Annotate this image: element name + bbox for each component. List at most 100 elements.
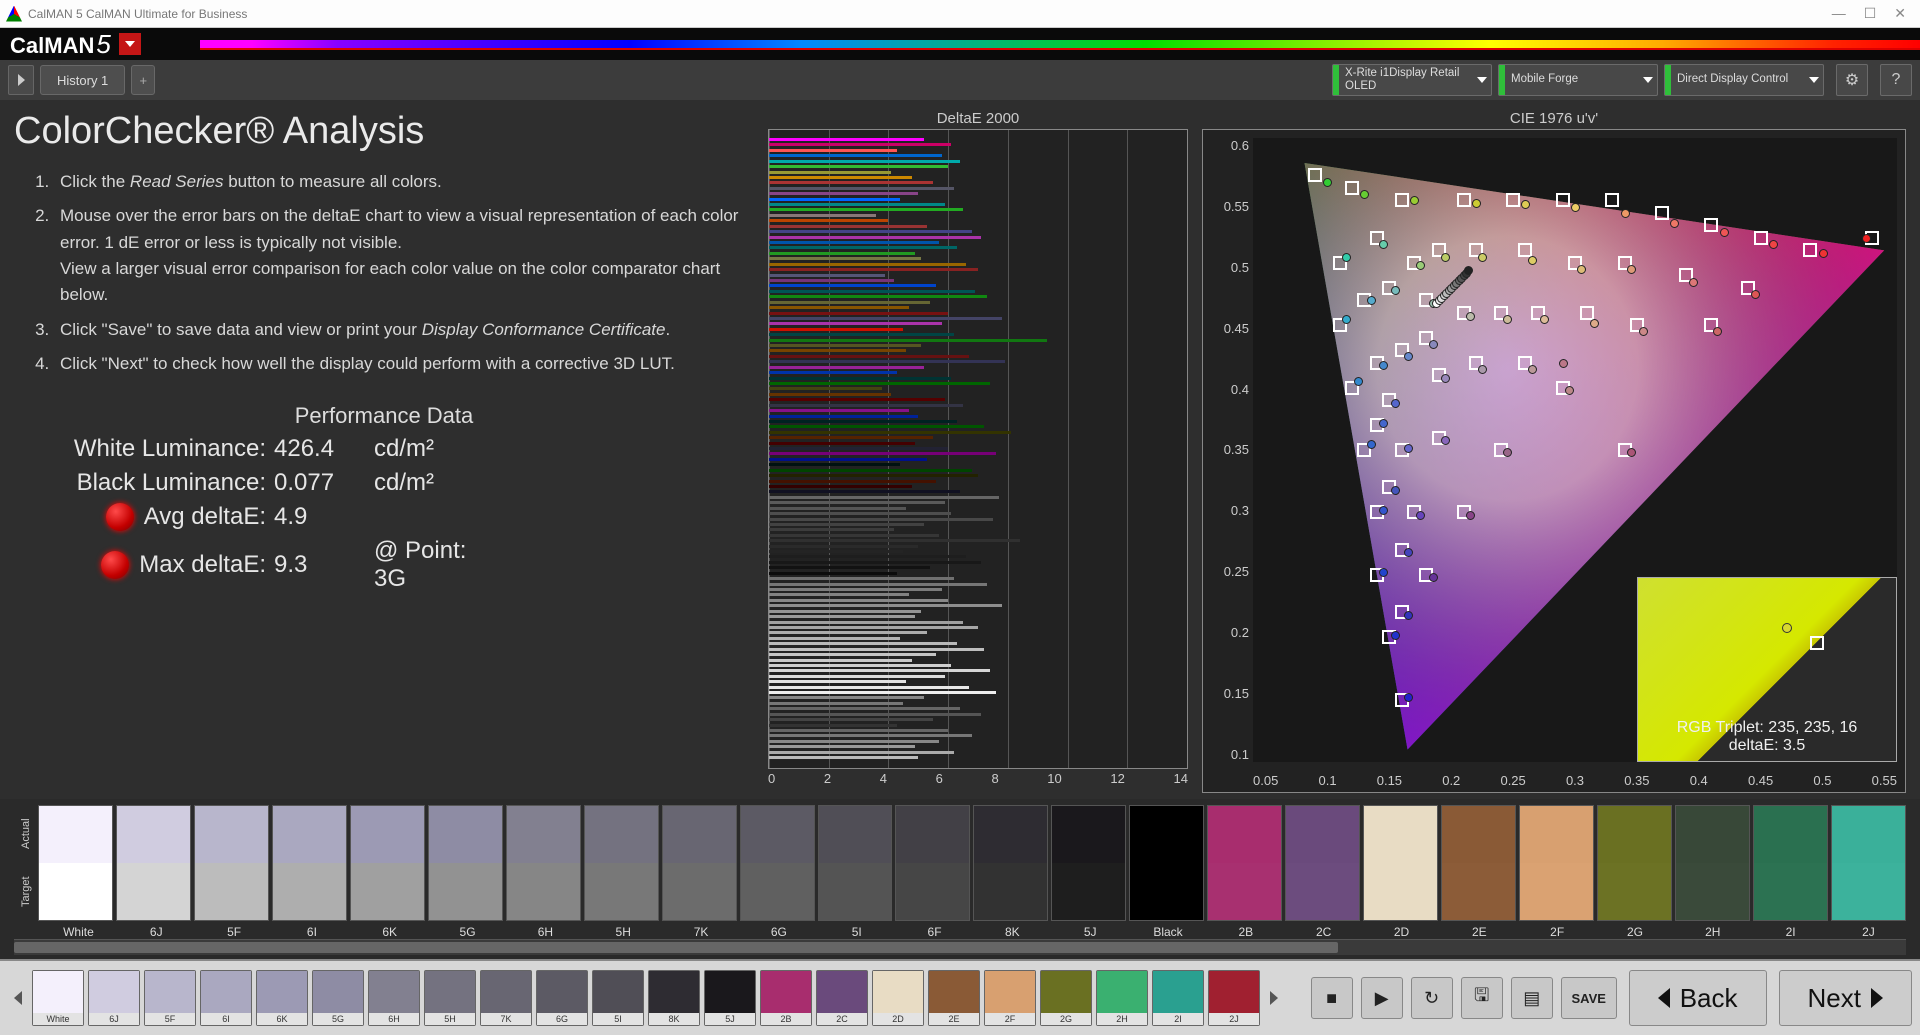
deltae-bar[interactable] bbox=[769, 203, 945, 206]
color-swatch[interactable] bbox=[194, 805, 269, 921]
cie-measured-point[interactable] bbox=[1751, 290, 1760, 299]
deltae-bar[interactable] bbox=[769, 610, 921, 613]
color-swatch[interactable] bbox=[38, 805, 113, 921]
deltae-bar[interactable] bbox=[769, 572, 897, 575]
thumb-swatch[interactable]: 2D bbox=[872, 970, 924, 1026]
deltae-bar[interactable] bbox=[769, 404, 963, 407]
deltae-bar[interactable] bbox=[769, 490, 960, 493]
deltae-bar[interactable] bbox=[769, 555, 966, 558]
deltae-bar[interactable] bbox=[769, 442, 915, 445]
cie-measured-point[interactable] bbox=[1404, 611, 1413, 620]
cie-target-marker[interactable] bbox=[1518, 243, 1532, 257]
thumb-scroll-left[interactable] bbox=[8, 991, 28, 1005]
deltae-bar[interactable] bbox=[769, 339, 1047, 342]
deltae-bar[interactable] bbox=[769, 268, 978, 271]
deltae-bar[interactable] bbox=[769, 507, 906, 510]
deltae-bar[interactable] bbox=[769, 756, 918, 759]
deltae-bar[interactable] bbox=[769, 718, 933, 721]
play-button[interactable]: ▶ bbox=[1361, 977, 1403, 1019]
cie-measured-point[interactable] bbox=[1323, 178, 1332, 187]
deltae-bar[interactable] bbox=[769, 360, 1005, 363]
thumb-swatch[interactable]: 2E bbox=[928, 970, 980, 1026]
deltae-bar[interactable] bbox=[769, 171, 891, 174]
cie-measured-point[interactable] bbox=[1819, 249, 1828, 258]
deltae-bar[interactable] bbox=[769, 208, 963, 211]
deltae-bar[interactable] bbox=[769, 274, 885, 277]
thumb-swatch[interactable]: 7K bbox=[480, 970, 532, 1026]
deltae-bar[interactable] bbox=[769, 312, 948, 315]
color-swatch[interactable] bbox=[1597, 805, 1672, 921]
thumb-swatch[interactable]: White bbox=[32, 970, 84, 1026]
color-swatch[interactable] bbox=[740, 805, 815, 921]
deltae-bar[interactable] bbox=[769, 696, 924, 699]
settings-button[interactable]: ⚙ bbox=[1836, 64, 1868, 96]
cie-measured-point[interactable] bbox=[1670, 219, 1679, 228]
cie-measured-point[interactable] bbox=[1689, 278, 1698, 287]
cie-measured-point[interactable] bbox=[1441, 436, 1450, 445]
thumb-swatch[interactable]: 8K bbox=[648, 970, 700, 1026]
deltae-bar[interactable] bbox=[769, 729, 948, 732]
deltae-bar[interactable] bbox=[769, 669, 990, 672]
color-swatch[interactable] bbox=[895, 805, 970, 921]
deltae-bar[interactable] bbox=[769, 290, 975, 293]
deltae-bar[interactable] bbox=[769, 740, 939, 743]
thumb-swatch[interactable]: 5G bbox=[312, 970, 364, 1026]
stop-button[interactable]: ■ bbox=[1311, 977, 1353, 1019]
deltae-bar[interactable] bbox=[769, 420, 957, 423]
deltae-bar[interactable] bbox=[769, 452, 996, 455]
deltae-bar[interactable] bbox=[769, 160, 960, 163]
cie-measured-point[interactable] bbox=[1627, 265, 1636, 274]
deltae-bar[interactable] bbox=[769, 724, 897, 727]
deltae-bar[interactable] bbox=[769, 485, 912, 488]
deltae-bar[interactable] bbox=[769, 626, 978, 629]
deltae-bar[interactable] bbox=[769, 387, 882, 390]
deltae-bar[interactable] bbox=[769, 675, 945, 678]
color-swatch[interactable] bbox=[1207, 805, 1282, 921]
deltae-bar[interactable] bbox=[769, 214, 876, 217]
deltae-bar[interactable] bbox=[769, 534, 939, 537]
cie-target-marker[interactable] bbox=[1580, 306, 1594, 320]
cie-target-marker[interactable] bbox=[1556, 193, 1570, 207]
deltae-bar[interactable] bbox=[769, 566, 930, 569]
cie-measured-point[interactable] bbox=[1441, 253, 1450, 262]
history-tab[interactable]: History 1 bbox=[40, 65, 125, 95]
cie-measured-point[interactable] bbox=[1478, 365, 1487, 374]
color-swatch[interactable] bbox=[1519, 805, 1594, 921]
deltae-bar[interactable] bbox=[769, 523, 924, 526]
deltae-bar[interactable] bbox=[769, 734, 972, 737]
deltae-bar[interactable] bbox=[769, 431, 1011, 434]
save-button[interactable]: SAVE bbox=[1561, 977, 1617, 1019]
device-selector-2[interactable]: Direct Display Control bbox=[1664, 64, 1824, 96]
deltae-bar[interactable] bbox=[769, 588, 942, 591]
cie-measured-point[interactable] bbox=[1391, 399, 1400, 408]
deltae-bar[interactable] bbox=[769, 349, 906, 352]
color-swatch[interactable] bbox=[1285, 805, 1360, 921]
deltae-bar[interactable] bbox=[769, 366, 924, 369]
cie-measured-point[interactable] bbox=[1379, 506, 1388, 515]
deltae-bar[interactable] bbox=[769, 143, 951, 146]
help-button[interactable]: ? bbox=[1880, 64, 1912, 96]
thumb-swatch[interactable]: 6K bbox=[256, 970, 308, 1026]
cie-measured-point[interactable] bbox=[1367, 440, 1376, 449]
deltae-bar[interactable] bbox=[769, 371, 897, 374]
cie-measured-point[interactable] bbox=[1342, 253, 1351, 262]
color-swatch[interactable] bbox=[1675, 805, 1750, 921]
deltae-bar[interactable] bbox=[769, 246, 957, 249]
cie-measured-point[interactable] bbox=[1720, 228, 1729, 237]
color-swatch[interactable] bbox=[584, 805, 659, 921]
back-button[interactable]: Back bbox=[1629, 970, 1767, 1026]
deltae-bar[interactable] bbox=[769, 680, 906, 683]
deltae-bar[interactable] bbox=[769, 751, 954, 754]
color-swatch[interactable] bbox=[428, 805, 503, 921]
deltae-bar[interactable] bbox=[769, 328, 903, 331]
deltae-bar[interactable] bbox=[769, 398, 945, 401]
deltae-bar[interactable] bbox=[769, 187, 954, 190]
deltae-bar[interactable] bbox=[769, 355, 969, 358]
deltae-bar[interactable] bbox=[769, 691, 996, 694]
color-swatch[interactable] bbox=[116, 805, 191, 921]
deltae-bar[interactable] bbox=[769, 539, 1020, 542]
color-swatch[interactable] bbox=[1441, 805, 1516, 921]
cie-measured-point[interactable] bbox=[1429, 340, 1438, 349]
deltae-bar[interactable] bbox=[769, 545, 918, 548]
cie-measured-point[interactable] bbox=[1367, 296, 1376, 305]
